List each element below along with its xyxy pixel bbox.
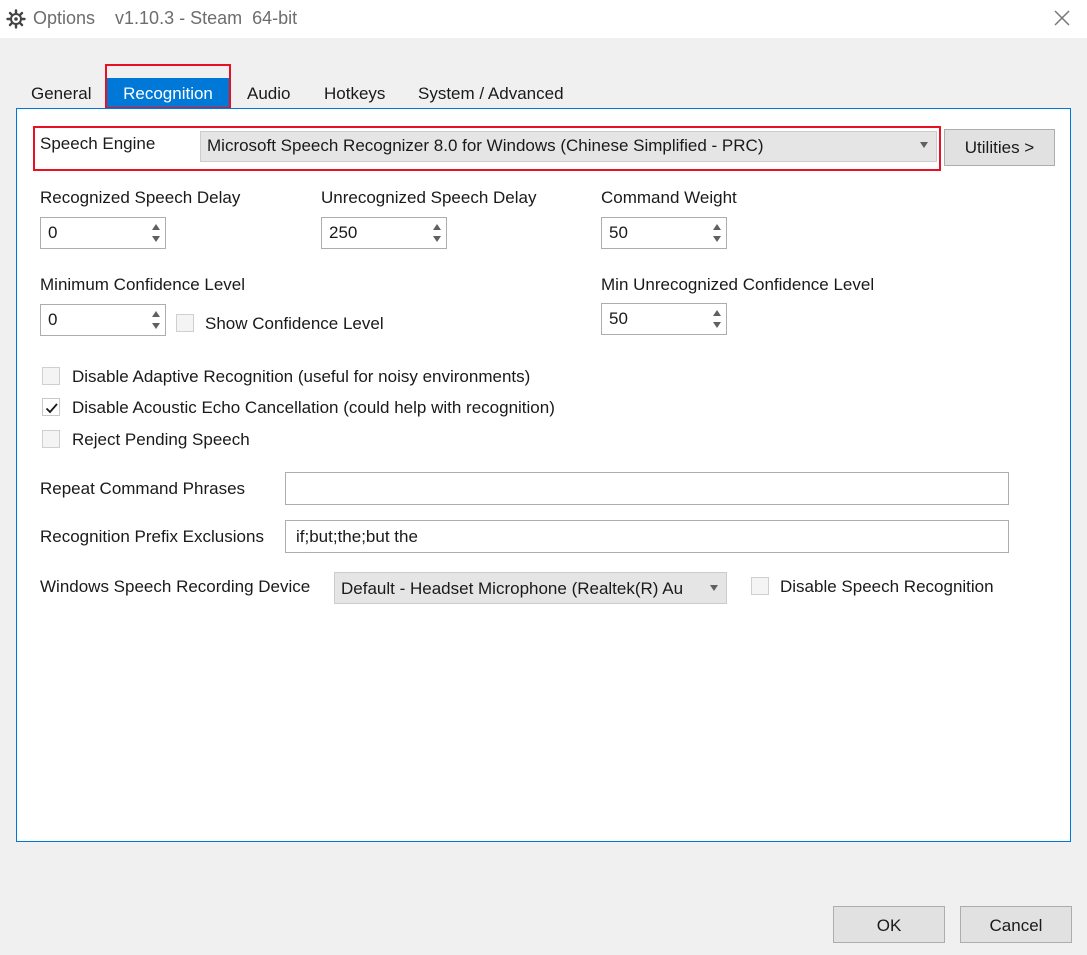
- recording-device-label: Windows Speech Recording Device: [40, 577, 311, 596]
- window-title: Options v1.10.3 - Steam 64-bit: [33, 8, 298, 28]
- recording-device-value: Default - Headset Microphone (Realtek(R)…: [341, 579, 684, 598]
- show-confidence-checkbox[interactable]: [176, 314, 194, 332]
- spin-down-icon[interactable]: [713, 236, 721, 242]
- unrecognized-delay-value: 250: [329, 223, 358, 242]
- tab-highlight-box: [105, 64, 231, 109]
- recording-device-dropdown[interactable]: Default - Headset Microphone (Realtek(R)…: [334, 572, 727, 604]
- command-weight-label: Command Weight: [601, 188, 737, 207]
- repeat-phrases-input[interactable]: [285, 472, 1009, 505]
- checkmark-icon: [45, 403, 58, 414]
- spin-up-icon[interactable]: [713, 224, 721, 230]
- recognized-delay-label: Recognized Speech Delay: [40, 188, 241, 207]
- recognized-delay-stepper[interactable]: 0: [40, 217, 166, 249]
- min-confidence-value: 0: [48, 310, 58, 329]
- spin-down-icon[interactable]: [152, 323, 160, 329]
- disable-speech-checkbox[interactable]: [751, 577, 769, 595]
- speech-engine-highlight-box: [33, 126, 941, 171]
- unrecognized-delay-stepper[interactable]: 250: [321, 217, 447, 249]
- spin-up-icon[interactable]: [433, 224, 441, 230]
- ok-button[interactable]: OK: [833, 906, 945, 943]
- spin-up-icon[interactable]: [713, 310, 721, 316]
- spin-down-icon[interactable]: [713, 322, 721, 328]
- prefix-exclusions-label: Recognition Prefix Exclusions: [40, 527, 264, 546]
- tab-hotkeys[interactable]: Hotkeys: [324, 78, 385, 112]
- gear-icon: [6, 9, 26, 29]
- tab-system-advanced[interactable]: System / Advanced: [418, 78, 564, 112]
- command-weight-stepper[interactable]: 50: [601, 217, 727, 249]
- show-confidence-label: Show Confidence Level: [205, 314, 384, 333]
- close-icon[interactable]: [1050, 6, 1074, 30]
- repeat-phrases-label: Repeat Command Phrases: [40, 479, 246, 498]
- disable-adaptive-checkbox[interactable]: [42, 367, 60, 385]
- disable-echo-checkbox[interactable]: [42, 398, 60, 416]
- cancel-button[interactable]: Cancel: [960, 906, 1072, 943]
- utilities-button[interactable]: Utilities >: [944, 129, 1055, 166]
- min-unrecognized-label: Min Unrecognized Confidence Level: [601, 275, 875, 294]
- command-weight-value: 50: [609, 223, 628, 242]
- min-confidence-label: Minimum Confidence Level: [40, 275, 246, 294]
- disable-adaptive-label: Disable Adaptive Recognition (useful for…: [72, 367, 531, 386]
- combo-arrow-icon: [710, 585, 718, 591]
- spin-down-icon[interactable]: [433, 236, 441, 242]
- tab-general[interactable]: General: [31, 78, 91, 112]
- reject-pending-label: Reject Pending Speech: [72, 430, 250, 449]
- spin-up-icon[interactable]: [152, 311, 160, 317]
- disable-speech-label: Disable Speech Recognition: [780, 577, 994, 596]
- spin-down-icon[interactable]: [152, 236, 160, 242]
- reject-pending-checkbox[interactable]: [42, 430, 60, 448]
- min-unrecognized-value: 50: [609, 309, 628, 328]
- unrecognized-delay-label: Unrecognized Speech Delay: [321, 188, 537, 207]
- recognized-delay-value: 0: [48, 223, 58, 242]
- prefix-exclusions-input[interactable]: if;but;the;but the: [285, 520, 1009, 553]
- disable-echo-label: Disable Acoustic Echo Cancellation (coul…: [72, 398, 555, 417]
- tab-audio[interactable]: Audio: [247, 78, 290, 112]
- spin-up-icon[interactable]: [152, 224, 160, 230]
- min-unrecognized-stepper[interactable]: 50: [601, 303, 727, 335]
- min-confidence-stepper[interactable]: 0: [40, 304, 166, 336]
